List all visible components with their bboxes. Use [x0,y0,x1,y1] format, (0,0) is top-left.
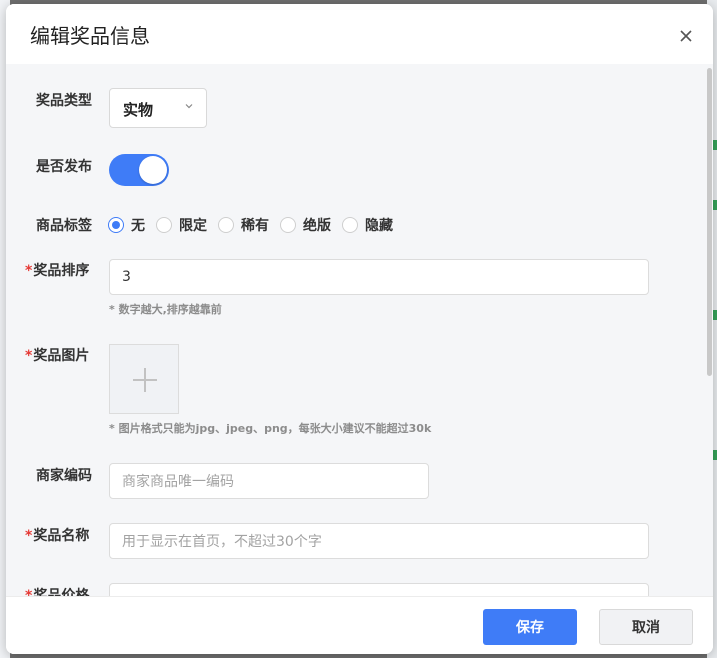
prize-sort-label-text: 奖品排序 [33,263,90,279]
tag-option-label: 无 [131,218,145,234]
merchant-code-label: 商家编码 [36,468,92,484]
tag-option-hidden[interactable]: 隐藏 [342,215,393,235]
prize-image-label-text: 奖品图片 [33,348,90,364]
cancel-button[interactable]: 取消 [599,609,693,645]
tag-option-limited[interactable]: 限定 [156,215,207,235]
publish-label: 是否发布 [36,159,92,175]
dialog-body: 奖品类型 实物 是否发布 商品标签 无 限定 稀有 绝版 隐藏 *奖品排序 3 … [6,64,713,596]
save-button[interactable]: 保存 [483,609,577,645]
tag-option-label: 限定 [179,218,207,234]
prize-type-value: 实物 [123,101,154,119]
tag-option-label: 稀有 [241,218,269,234]
tag-option-label: 隐藏 [365,218,393,234]
radio-icon [156,217,172,233]
prize-name-input[interactable]: 用于显示在首页，不超过30个字 [109,523,649,559]
prize-image-hint: * 图片格式只能为jpg、jpeg、png，每张大小建议不能超过30k [109,422,432,435]
required-mark: * [25,348,33,364]
tag-option-label: 绝版 [303,218,331,234]
dialog-title: 编辑奖品信息 [30,24,150,48]
image-upload-button[interactable] [109,344,179,414]
tag-option-rare[interactable]: 稀有 [218,215,269,235]
close-icon [680,30,692,42]
product-tag-label: 商品标签 [36,218,92,234]
required-mark: * [25,588,33,596]
plus-icon [144,368,146,392]
prize-image-label: *奖品图片 [25,345,89,365]
publish-toggle[interactable] [109,154,169,186]
merchant-code-input[interactable]: 商家商品唯一编码 [109,463,429,499]
close-button[interactable] [674,24,698,48]
prize-type-label: 奖品类型 [36,93,92,109]
radio-icon [342,217,358,233]
product-tag-radio-group: 无 限定 稀有 绝版 隐藏 [108,215,404,235]
prize-sort-input[interactable]: 3 [109,259,649,295]
prize-name-label-text: 奖品名称 [33,528,90,544]
chevron-down-icon [185,104,193,109]
prize-type-select[interactable]: 实物 [109,88,207,128]
dialog-header: 编辑奖品信息 [6,4,713,64]
prize-price-label-text: 奖品价格 [33,588,90,596]
required-mark: * [25,263,33,279]
radio-icon [218,217,234,233]
radio-icon [280,217,296,233]
prize-price-input[interactable] [109,583,649,596]
dialog-footer: 保存 取消 [6,596,713,654]
toggle-knob [139,156,167,184]
prize-sort-hint: * 数字越大,排序越靠前 [109,303,222,316]
scrollbar-thumb[interactable] [707,68,712,376]
required-mark: * [25,528,33,544]
prize-name-label: *奖品名称 [25,525,89,545]
prize-price-label: *奖品价格 [25,585,89,596]
tag-option-discontinued[interactable]: 绝版 [280,215,331,235]
edit-prize-dialog: 编辑奖品信息 奖品类型 实物 是否发布 商品标签 无 限定 稀有 绝版 隐藏 *… [6,4,713,654]
prize-sort-label: *奖品排序 [25,260,89,280]
radio-checked-icon [108,217,124,233]
tag-option-none[interactable]: 无 [108,215,145,235]
